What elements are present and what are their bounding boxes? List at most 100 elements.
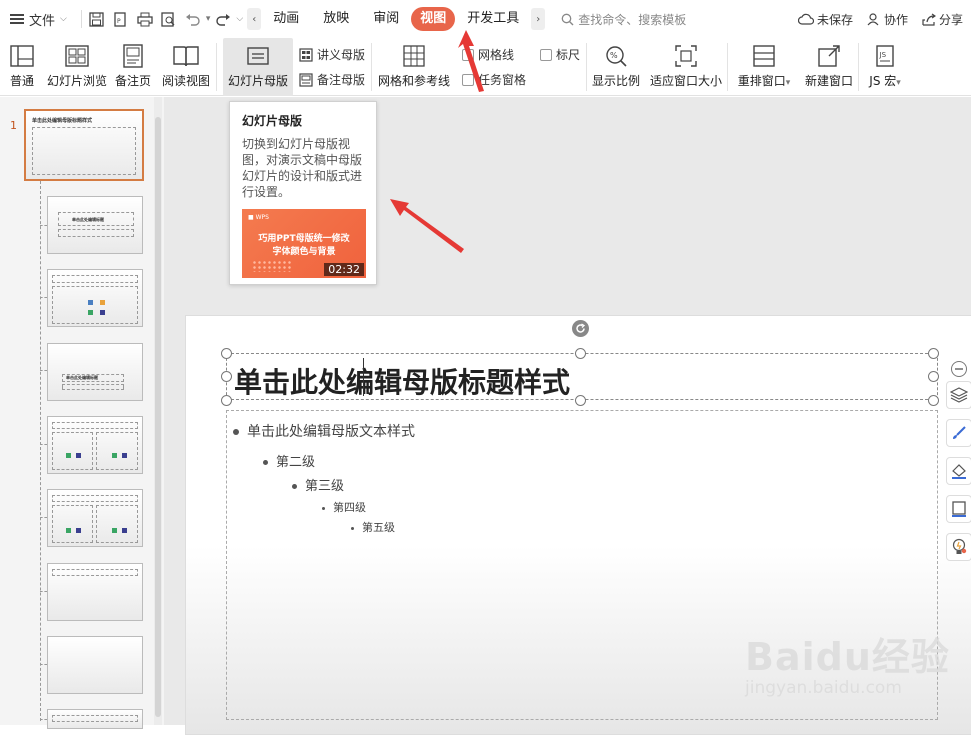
title-placeholder[interactable]: 单击此处编辑母版标题样式 <box>226 353 938 400</box>
menu-bar: 文件 ⌵ P ▾ ⌵ ‹ 动画 放映 审阅 视图 开发工具 › 查找命令、搜索模… <box>0 0 971 38</box>
arrange-windows-button[interactable]: 重排窗口▾ <box>728 38 800 96</box>
gridlines-checkbox[interactable] <box>462 48 475 61</box>
layout-thumbnail-section[interactable]: 单击此处编辑标题 <box>47 343 143 401</box>
thumbnail-scrollbar[interactable] <box>154 97 162 725</box>
unsaved-status[interactable]: 未保存 <box>797 11 853 28</box>
text-level-2[interactable]: 第二级 <box>263 451 315 470</box>
ruler-checkbox[interactable] <box>540 48 553 61</box>
text-level-3[interactable]: 第三级 <box>292 475 344 494</box>
resize-handle-nw[interactable] <box>221 348 232 359</box>
search-icon <box>561 13 574 25</box>
thumbnail-title-box <box>52 275 138 283</box>
layout-thumbnail-title-only[interactable] <box>47 563 143 621</box>
tab-review[interactable]: 审阅 <box>361 7 411 31</box>
text-level-4[interactable]: 第四级 <box>322 499 366 515</box>
notes-master-button[interactable]: 备注母版 <box>299 71 365 88</box>
tab-developer[interactable]: 开发工具 <box>455 7 531 31</box>
more-commands-icon[interactable]: ⌵ <box>236 14 243 24</box>
layout-thumbnail-comparison[interactable] <box>47 489 143 547</box>
scrollbar-thumb[interactable] <box>155 117 161 717</box>
layout-thumbnail-title[interactable]: 单击此处编辑标题 <box>47 196 143 254</box>
watermark-url: jingyan.baidu.com <box>745 678 902 698</box>
resize-handle-n[interactable] <box>575 348 586 359</box>
notes-page-button[interactable]: 备注页 <box>110 38 156 96</box>
print-preview-icon[interactable] <box>158 8 180 30</box>
share-button[interactable]: 分享 <box>922 11 963 28</box>
fit-window-label: 适应窗口大小 <box>650 74 723 88</box>
task-pane-label: 任务窗格 <box>478 73 527 87</box>
resize-handle-e[interactable] <box>928 371 939 382</box>
share-icon <box>922 13 936 26</box>
new-window-label: 新建窗口 <box>805 74 854 88</box>
tab-animation[interactable]: 动画 <box>261 7 311 31</box>
slide-master-tooltip: 幻灯片母版 切换到幻灯片母版视图，对演示文稿中母版幻灯片的设计和版式进行设置。 … <box>229 101 377 285</box>
save-icon[interactable] <box>86 8 108 30</box>
undo-icon[interactable] <box>182 8 204 30</box>
export-pdf-icon[interactable]: P <box>110 8 132 30</box>
user-add-icon <box>867 12 879 25</box>
resize-handle-ne[interactable] <box>928 348 939 359</box>
tabs-scroll-right-icon[interactable]: › <box>531 8 546 30</box>
thumbnail-title-box <box>52 715 138 722</box>
js-macro-button[interactable]: JS JS 宏▾ <box>859 38 911 96</box>
text-level-5[interactable]: 第五级 <box>351 519 395 535</box>
slide-sorter-button[interactable]: 幻灯片浏览 <box>44 38 110 96</box>
js-macro-icon: JS <box>872 43 898 69</box>
slide-sorter-label: 幻灯片浏览 <box>46 74 107 88</box>
video-logo: ■ WPS <box>248 214 269 221</box>
tooltip-description: 切换到幻灯片母版视图，对演示文稿中母版幻灯片的设计和版式进行设置。 <box>242 137 363 199</box>
command-search[interactable]: 查找命令、搜索模板 <box>561 11 686 28</box>
fill-color-icon[interactable] <box>946 457 971 485</box>
print-icon[interactable] <box>134 8 156 30</box>
undo-dropdown-icon[interactable]: ▾ <box>206 14 211 24</box>
resize-handle-s[interactable] <box>575 395 586 406</box>
slide-master-icon <box>245 43 271 69</box>
resize-handle-w[interactable] <box>221 371 232 382</box>
slide-title[interactable]: 单击此处编辑母版标题样式 <box>234 361 570 401</box>
grid-guides-button[interactable]: 网格和参考线 <box>372 38 456 96</box>
layout-thumbnail-partial[interactable] <box>47 709 143 729</box>
tab-slideshow[interactable]: 放映 <box>311 7 361 31</box>
fit-window-button[interactable]: 适应窗口大小 <box>645 38 727 96</box>
slide-master-thumbnail[interactable]: 单击此处编辑母版标题样式 <box>24 109 144 181</box>
normal-view-button[interactable]: 普通 <box>0 38 44 96</box>
resize-handle-sw[interactable] <box>221 395 232 406</box>
handout-master-button[interactable]: 讲义母版 <box>299 46 365 63</box>
tabs-scroll-left-icon[interactable]: ‹ <box>247 8 262 30</box>
tree-connector <box>40 719 47 720</box>
video-duration: 02:32 <box>324 263 364 276</box>
slide-master-label: 幻灯片母版 <box>227 74 288 88</box>
shape-outline-icon[interactable] <box>946 495 971 523</box>
thumbnail-smartart-icon <box>66 453 71 458</box>
smart-tips-lightbulb-icon[interactable] <box>946 533 971 561</box>
layers-icon[interactable] <box>946 381 971 409</box>
collaborate-button[interactable]: 协作 <box>867 11 908 28</box>
bullet-icon <box>263 460 268 465</box>
gridlines-label: 网格线 <box>478 48 515 62</box>
thumbnail-media-icon <box>122 528 127 533</box>
thumbnail-right-box <box>96 505 138 543</box>
layout-thumbnail-two-content[interactable] <box>47 416 143 474</box>
zoom-button[interactable]: % 显示比例 <box>587 38 645 96</box>
redo-icon[interactable] <box>212 8 234 30</box>
resize-handle-se[interactable] <box>928 395 939 406</box>
collapse-minus-icon[interactable] <box>946 355 971 383</box>
text-level-1[interactable]: 单击此处编辑母版文本样式 <box>233 421 415 441</box>
file-menu[interactable]: 文件 ⌵ <box>0 0 77 38</box>
tree-connector <box>40 297 47 298</box>
bullet-icon <box>233 429 239 435</box>
brush-icon[interactable] <box>946 419 971 447</box>
slide-number: 1 <box>10 119 17 132</box>
layout-thumbnail-blank[interactable] <box>47 636 143 694</box>
task-pane-checkbox[interactable] <box>462 73 475 86</box>
reading-view-button[interactable]: 阅读视图 <box>156 38 216 96</box>
rotate-handle-icon[interactable] <box>572 320 589 337</box>
new-window-button[interactable]: 新建窗口 <box>800 38 858 96</box>
reading-view-label: 阅读视图 <box>161 74 210 88</box>
layout-thumbnail-content[interactable] <box>47 269 143 327</box>
tab-view[interactable]: 视图 <box>411 7 456 31</box>
master-views-group: 讲义母版 备注母版 <box>293 38 371 96</box>
slide-master-button[interactable]: 幻灯片母版 <box>223 38 293 96</box>
new-window-icon <box>816 43 842 69</box>
tutorial-video-thumbnail[interactable]: ■ WPS 巧用PPT母版统一修改 字体颜色与背景 02:32 <box>242 209 366 278</box>
